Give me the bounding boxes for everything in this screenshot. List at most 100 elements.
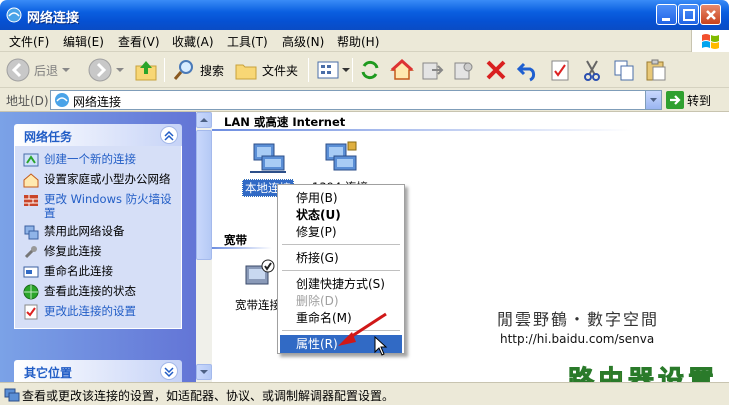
menu-file[interactable]: 文件(F) bbox=[9, 33, 49, 50]
task-firewall-settings[interactable]: 更改 Windows 防火墙设置 bbox=[23, 192, 177, 220]
menu-tools[interactable]: 工具(T) bbox=[227, 33, 268, 50]
status-text: 查看或更改该连接的设置，如适配器、协议、或调制解调器配置设置。 bbox=[22, 389, 395, 403]
scroll-thumb[interactable] bbox=[196, 130, 212, 260]
refresh-button[interactable] bbox=[358, 57, 382, 83]
undo-button[interactable] bbox=[516, 57, 540, 83]
copy-button[interactable] bbox=[612, 57, 636, 83]
network-connections-icon bbox=[6, 7, 22, 23]
status-globe-icon bbox=[23, 284, 39, 300]
paste-button[interactable] bbox=[644, 57, 668, 83]
home-network-icon bbox=[23, 173, 39, 188]
task-rename-connection[interactable]: 重命名此连接 bbox=[23, 264, 177, 280]
sidebar-scrollbar[interactable] bbox=[196, 112, 212, 382]
group-divider bbox=[212, 247, 272, 249]
menu-bar: 文件(F) 编辑(E) 查看(V) 收藏(A) 工具(T) 高级(N) 帮助(H… bbox=[0, 30, 729, 52]
address-label: 地址(D) bbox=[6, 94, 49, 108]
back-arrow-icon bbox=[6, 58, 30, 82]
task-create-connection[interactable]: 创建一个新的连接 bbox=[23, 152, 177, 168]
up-folder-icon bbox=[135, 61, 157, 81]
mouse-cursor-icon bbox=[374, 336, 388, 356]
menu-bridge[interactable]: 桥接(G) bbox=[280, 249, 402, 267]
address-value: 网络连接 bbox=[73, 95, 122, 109]
folders-button[interactable]: 文件夹 bbox=[234, 57, 298, 83]
copy-to-button[interactable] bbox=[452, 57, 476, 83]
chevron-down-icon bbox=[650, 98, 657, 102]
maximize-button[interactable] bbox=[678, 4, 699, 25]
home-button[interactable] bbox=[390, 57, 414, 83]
title-bar[interactable]: 网络连接 bbox=[0, 0, 729, 30]
other-places-header[interactable]: 其它位置 bbox=[14, 360, 182, 382]
folder-icon bbox=[235, 64, 257, 80]
menu-separator bbox=[282, 244, 400, 245]
copy-icon bbox=[614, 60, 634, 81]
repair-icon bbox=[24, 246, 37, 259]
home-icon bbox=[390, 58, 414, 80]
move-to-icon bbox=[422, 62, 444, 80]
firewall-icon bbox=[24, 195, 38, 206]
1394-connection-icon bbox=[325, 141, 357, 171]
connection-status-icon bbox=[4, 388, 20, 402]
menu-favorites[interactable]: 收藏(A) bbox=[172, 33, 214, 50]
menu-advanced[interactable]: 高级(N) bbox=[282, 33, 324, 50]
rename-icon bbox=[23, 266, 39, 278]
task-change-settings[interactable]: 更改此连接的设置 bbox=[23, 304, 177, 320]
task-pane: 网络任务 创建一个新的连接 设置家庭或小型办公网络 更改 Windows 防火墙… bbox=[0, 112, 196, 382]
refresh-icon bbox=[361, 60, 379, 80]
close-button[interactable] bbox=[700, 4, 721, 25]
menu-separator bbox=[282, 270, 400, 271]
undo-icon bbox=[516, 62, 536, 82]
delete-x-icon bbox=[486, 60, 506, 80]
address-dropdown-button[interactable] bbox=[645, 91, 661, 109]
task-disable-device[interactable]: 禁用此网络设备 bbox=[23, 224, 177, 240]
chevron-down-icon bbox=[62, 68, 71, 72]
new-connection-icon bbox=[23, 153, 39, 167]
menu-view[interactable]: 查看(V) bbox=[118, 33, 160, 50]
menu-edit[interactable]: 编辑(E) bbox=[63, 33, 104, 50]
task-setup-home-network[interactable]: 设置家庭或小型办公网络 bbox=[23, 172, 177, 188]
move-to-button[interactable] bbox=[420, 57, 444, 83]
views-icon bbox=[317, 61, 339, 79]
go-button[interactable]: 转到 bbox=[666, 90, 711, 110]
search-button[interactable]: 搜索 bbox=[172, 57, 224, 83]
chevron-up-icon bbox=[200, 118, 208, 122]
menu-status[interactable]: 状态(U) bbox=[280, 206, 402, 224]
forward-button[interactable] bbox=[88, 57, 125, 83]
windows-logo-icon bbox=[691, 30, 729, 52]
copy-to-icon bbox=[454, 62, 473, 80]
address-input[interactable]: 网络连接 bbox=[50, 90, 662, 110]
delete-button[interactable] bbox=[484, 57, 508, 83]
connection-label: 宽带连接 bbox=[235, 298, 281, 312]
scroll-down-button[interactable] bbox=[196, 364, 212, 380]
status-bar: 查看或更改该连接的设置，如适配器、协议、或调制解调器配置设置。 bbox=[0, 382, 729, 405]
up-folder-button[interactable] bbox=[134, 57, 158, 83]
collapse-chevron-icon[interactable] bbox=[160, 126, 178, 144]
menu-help[interactable]: 帮助(H) bbox=[337, 33, 379, 50]
scroll-up-button[interactable] bbox=[196, 112, 212, 128]
chevron-down-icon bbox=[116, 68, 124, 72]
network-connections-icon bbox=[55, 93, 69, 107]
other-places-panel: 其它位置 bbox=[14, 360, 182, 382]
watermark-title: 閒雲野鶴・數字空間 bbox=[497, 310, 660, 329]
menu-create-shortcut[interactable]: 创建快捷方式(S) bbox=[280, 275, 402, 293]
views-button[interactable] bbox=[316, 57, 350, 83]
chevron-down-icon bbox=[200, 370, 208, 374]
menu-disable[interactable]: 停用(B) bbox=[280, 189, 402, 207]
network-tasks-header[interactable]: 网络任务 bbox=[14, 124, 182, 146]
task-repair-connection[interactable]: 修复此连接 bbox=[23, 244, 177, 260]
cut-button[interactable] bbox=[580, 57, 604, 83]
network-device-icon bbox=[24, 225, 39, 240]
menu-repair[interactable]: 修复(P) bbox=[280, 223, 402, 241]
address-bar: 地址(D) 网络连接 转到 bbox=[0, 88, 729, 112]
lan-connection-icon bbox=[250, 143, 286, 173]
menu-delete[interactable]: 删除(D) bbox=[280, 292, 402, 310]
properties-icon bbox=[551, 60, 569, 81]
back-button[interactable]: 后退 bbox=[6, 57, 71, 83]
expand-chevron-icon[interactable] bbox=[160, 362, 178, 380]
task-view-status[interactable]: 查看此连接的状态 bbox=[23, 284, 177, 300]
scissors-icon bbox=[584, 60, 600, 81]
search-icon bbox=[173, 60, 193, 80]
properties-button[interactable] bbox=[548, 57, 572, 83]
minimize-button[interactable] bbox=[656, 4, 677, 25]
group-divider bbox=[212, 129, 632, 131]
go-arrow-icon bbox=[666, 91, 684, 109]
